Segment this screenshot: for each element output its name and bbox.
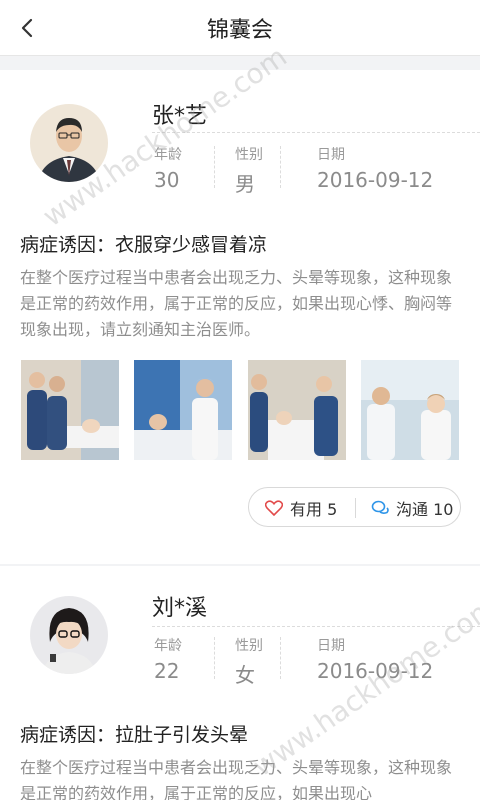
age-field: 年龄 22 xyxy=(154,635,182,683)
gender-label: 性别 xyxy=(235,147,263,163)
useful-button[interactable]: 有用 5 xyxy=(265,488,337,528)
divider xyxy=(214,637,215,679)
age-value: 30 xyxy=(154,168,180,192)
description-text: 在整个医疗过程当中患者会出现乏力、头晕等现象，这种现象是正常的药效作用，属于正常… xyxy=(20,268,453,339)
photo-thumbnail[interactable] xyxy=(248,360,346,460)
post-card[interactable]: 张*艺 年龄 30 性别 男 日期 2016-09-12 病症诱因：衣服穿少感冒… xyxy=(0,70,480,564)
photo-thumbnail[interactable] xyxy=(134,360,232,460)
date-label: 日期 xyxy=(317,147,345,163)
age-label: 年龄 xyxy=(154,638,182,654)
action-bar: 有用 5 沟通 10 xyxy=(248,487,461,527)
gender-label: 性别 xyxy=(235,638,263,654)
user-name: 刘*溪 xyxy=(152,596,208,621)
post-card[interactable]: 刘*溪 年龄 22 性别 女 日期 2016-09-12 病症诱因：拉肚子引发头… xyxy=(0,566,480,800)
nav-bar: 锦囊会 xyxy=(0,0,480,56)
photo-thumbnail[interactable] xyxy=(361,360,459,460)
avatar[interactable] xyxy=(30,596,108,674)
divider xyxy=(152,132,480,133)
cause-text: 病症诱因：拉肚子引发头晕 xyxy=(20,724,249,746)
divider xyxy=(280,637,281,679)
divider xyxy=(214,146,215,188)
divider xyxy=(355,498,356,518)
useful-label: 有用 5 xyxy=(290,500,338,519)
heart-icon xyxy=(265,500,283,516)
page-title: 锦囊会 xyxy=(206,18,273,43)
date-label: 日期 xyxy=(317,638,345,654)
date-value: 2016-09-12 xyxy=(317,168,434,192)
photo-thumbnail[interactable] xyxy=(21,360,119,460)
age-field: 年龄 30 xyxy=(154,144,182,192)
gender-field: 性别 男 xyxy=(235,144,263,197)
chat-button[interactable]: 沟通 10 xyxy=(371,488,453,528)
date-field: 日期 2016-09-12 xyxy=(317,144,433,192)
user-name: 张*艺 xyxy=(152,104,208,129)
age-label: 年龄 xyxy=(154,147,182,163)
gender-field: 性别 女 xyxy=(235,635,263,688)
divider xyxy=(280,146,281,188)
gender-value: 男 xyxy=(235,172,255,196)
avatar[interactable] xyxy=(30,104,108,182)
age-value: 22 xyxy=(154,659,180,683)
gender-value: 女 xyxy=(235,663,255,687)
description-text: 在整个医疗过程当中患者会出现乏力、头晕等现象，这种现象是正常的药效作用，属于正常… xyxy=(20,758,453,800)
date-field: 日期 2016-09-12 xyxy=(317,635,433,683)
chat-icon xyxy=(371,500,389,514)
divider xyxy=(152,626,480,627)
chat-label: 沟通 10 xyxy=(396,500,454,519)
cause-text: 病症诱因：衣服穿少感冒着凉 xyxy=(20,234,268,256)
date-value: 2016-09-12 xyxy=(317,659,434,683)
